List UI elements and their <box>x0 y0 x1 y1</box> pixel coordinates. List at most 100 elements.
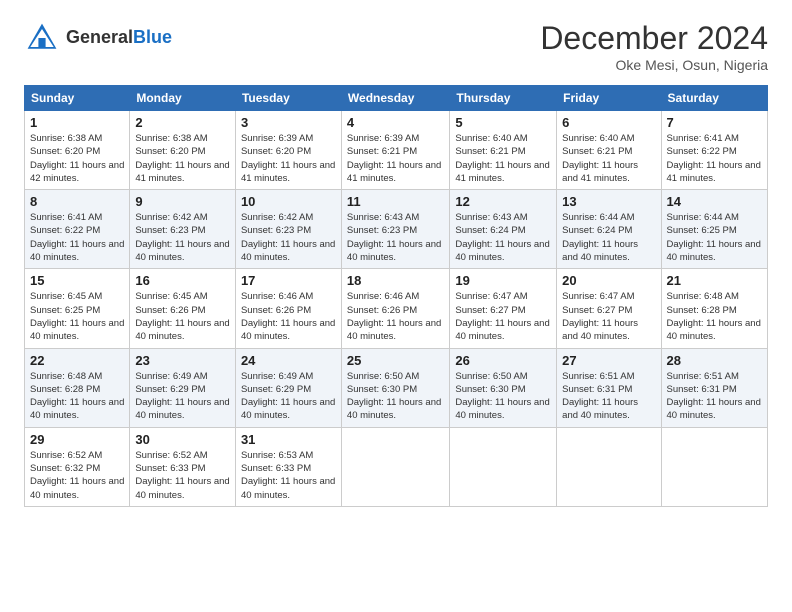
col-monday: Monday <box>130 86 236 111</box>
header: GeneralBlue December 2024 Oke Mesi, Osun… <box>24 20 768 73</box>
day-info: Sunrise: 6:42 AM Sunset: 6:23 PM Dayligh… <box>135 211 230 264</box>
day-number: 12 <box>455 194 551 209</box>
calendar-cell: 9 Sunrise: 6:42 AM Sunset: 6:23 PM Dayli… <box>130 190 236 269</box>
logo: GeneralBlue <box>24 20 172 56</box>
day-number: 11 <box>347 194 444 209</box>
calendar-cell: 14 Sunrise: 6:44 AM Sunset: 6:25 PM Dayl… <box>661 190 767 269</box>
calendar-cell: 21 Sunrise: 6:48 AM Sunset: 6:28 PM Dayl… <box>661 269 767 348</box>
day-info: Sunrise: 6:50 AM Sunset: 6:30 PM Dayligh… <box>347 370 444 423</box>
day-number: 17 <box>241 273 336 288</box>
day-number: 8 <box>30 194 124 209</box>
calendar-cell: 12 Sunrise: 6:43 AM Sunset: 6:24 PM Dayl… <box>450 190 557 269</box>
day-number: 20 <box>562 273 655 288</box>
day-number: 29 <box>30 432 124 447</box>
calendar-table: Sunday Monday Tuesday Wednesday Thursday… <box>24 85 768 507</box>
calendar-cell: 7 Sunrise: 6:41 AM Sunset: 6:22 PM Dayli… <box>661 111 767 190</box>
calendar-cell: 29 Sunrise: 6:52 AM Sunset: 6:32 PM Dayl… <box>25 427 130 506</box>
calendar-cell: 30 Sunrise: 6:52 AM Sunset: 6:33 PM Dayl… <box>130 427 236 506</box>
calendar-cell: 26 Sunrise: 6:50 AM Sunset: 6:30 PM Dayl… <box>450 348 557 427</box>
logo-general: General <box>66 27 133 47</box>
logo-text: GeneralBlue <box>66 28 172 48</box>
day-info: Sunrise: 6:53 AM Sunset: 6:33 PM Dayligh… <box>241 449 336 502</box>
day-number: 5 <box>455 115 551 130</box>
day-info: Sunrise: 6:51 AM Sunset: 6:31 PM Dayligh… <box>562 370 655 423</box>
day-number: 14 <box>667 194 762 209</box>
col-thursday: Thursday <box>450 86 557 111</box>
day-number: 23 <box>135 353 230 368</box>
calendar-cell: 4 Sunrise: 6:39 AM Sunset: 6:21 PM Dayli… <box>341 111 449 190</box>
day-number: 28 <box>667 353 762 368</box>
day-info: Sunrise: 6:48 AM Sunset: 6:28 PM Dayligh… <box>667 290 762 343</box>
calendar-cell <box>661 427 767 506</box>
day-number: 6 <box>562 115 655 130</box>
day-info: Sunrise: 6:40 AM Sunset: 6:21 PM Dayligh… <box>455 132 551 185</box>
day-info: Sunrise: 6:45 AM Sunset: 6:26 PM Dayligh… <box>135 290 230 343</box>
day-info: Sunrise: 6:43 AM Sunset: 6:24 PM Dayligh… <box>455 211 551 264</box>
day-info: Sunrise: 6:46 AM Sunset: 6:26 PM Dayligh… <box>241 290 336 343</box>
calendar-cell: 6 Sunrise: 6:40 AM Sunset: 6:21 PM Dayli… <box>557 111 661 190</box>
day-info: Sunrise: 6:41 AM Sunset: 6:22 PM Dayligh… <box>667 132 762 185</box>
calendar-cell: 1 Sunrise: 6:38 AM Sunset: 6:20 PM Dayli… <box>25 111 130 190</box>
month-title: December 2024 <box>540 20 768 57</box>
day-number: 30 <box>135 432 230 447</box>
day-number: 19 <box>455 273 551 288</box>
day-number: 4 <box>347 115 444 130</box>
day-info: Sunrise: 6:39 AM Sunset: 6:21 PM Dayligh… <box>347 132 444 185</box>
calendar-cell: 28 Sunrise: 6:51 AM Sunset: 6:31 PM Dayl… <box>661 348 767 427</box>
calendar-cell: 31 Sunrise: 6:53 AM Sunset: 6:33 PM Dayl… <box>235 427 341 506</box>
day-number: 18 <box>347 273 444 288</box>
col-friday: Friday <box>557 86 661 111</box>
calendar-week-3: 15 Sunrise: 6:45 AM Sunset: 6:25 PM Dayl… <box>25 269 768 348</box>
day-info: Sunrise: 6:49 AM Sunset: 6:29 PM Dayligh… <box>241 370 336 423</box>
calendar-cell: 2 Sunrise: 6:38 AM Sunset: 6:20 PM Dayli… <box>130 111 236 190</box>
calendar-cell: 25 Sunrise: 6:50 AM Sunset: 6:30 PM Dayl… <box>341 348 449 427</box>
day-number: 25 <box>347 353 444 368</box>
day-number: 10 <box>241 194 336 209</box>
calendar-cell: 11 Sunrise: 6:43 AM Sunset: 6:23 PM Dayl… <box>341 190 449 269</box>
day-number: 22 <box>30 353 124 368</box>
calendar-cell: 3 Sunrise: 6:39 AM Sunset: 6:20 PM Dayli… <box>235 111 341 190</box>
calendar-cell: 22 Sunrise: 6:48 AM Sunset: 6:28 PM Dayl… <box>25 348 130 427</box>
calendar-cell: 19 Sunrise: 6:47 AM Sunset: 6:27 PM Dayl… <box>450 269 557 348</box>
day-number: 27 <box>562 353 655 368</box>
day-number: 7 <box>667 115 762 130</box>
calendar-header-row: Sunday Monday Tuesday Wednesday Thursday… <box>25 86 768 111</box>
day-info: Sunrise: 6:42 AM Sunset: 6:23 PM Dayligh… <box>241 211 336 264</box>
col-sunday: Sunday <box>25 86 130 111</box>
day-info: Sunrise: 6:45 AM Sunset: 6:25 PM Dayligh… <box>30 290 124 343</box>
day-number: 21 <box>667 273 762 288</box>
day-number: 26 <box>455 353 551 368</box>
day-info: Sunrise: 6:52 AM Sunset: 6:33 PM Dayligh… <box>135 449 230 502</box>
calendar-week-1: 1 Sunrise: 6:38 AM Sunset: 6:20 PM Dayli… <box>25 111 768 190</box>
col-wednesday: Wednesday <box>341 86 449 111</box>
calendar-cell: 23 Sunrise: 6:49 AM Sunset: 6:29 PM Dayl… <box>130 348 236 427</box>
calendar-cell: 18 Sunrise: 6:46 AM Sunset: 6:26 PM Dayl… <box>341 269 449 348</box>
calendar-cell: 5 Sunrise: 6:40 AM Sunset: 6:21 PM Dayli… <box>450 111 557 190</box>
day-info: Sunrise: 6:49 AM Sunset: 6:29 PM Dayligh… <box>135 370 230 423</box>
day-info: Sunrise: 6:41 AM Sunset: 6:22 PM Dayligh… <box>30 211 124 264</box>
calendar-cell <box>557 427 661 506</box>
day-number: 24 <box>241 353 336 368</box>
day-info: Sunrise: 6:44 AM Sunset: 6:24 PM Dayligh… <box>562 211 655 264</box>
day-info: Sunrise: 6:52 AM Sunset: 6:32 PM Dayligh… <box>30 449 124 502</box>
day-info: Sunrise: 6:40 AM Sunset: 6:21 PM Dayligh… <box>562 132 655 185</box>
calendar-cell: 24 Sunrise: 6:49 AM Sunset: 6:29 PM Dayl… <box>235 348 341 427</box>
page: GeneralBlue December 2024 Oke Mesi, Osun… <box>0 0 792 612</box>
calendar-cell: 15 Sunrise: 6:45 AM Sunset: 6:25 PM Dayl… <box>25 269 130 348</box>
day-info: Sunrise: 6:38 AM Sunset: 6:20 PM Dayligh… <box>30 132 124 185</box>
day-info: Sunrise: 6:51 AM Sunset: 6:31 PM Dayligh… <box>667 370 762 423</box>
day-number: 1 <box>30 115 124 130</box>
calendar-cell: 13 Sunrise: 6:44 AM Sunset: 6:24 PM Dayl… <box>557 190 661 269</box>
calendar-cell: 17 Sunrise: 6:46 AM Sunset: 6:26 PM Dayl… <box>235 269 341 348</box>
day-info: Sunrise: 6:39 AM Sunset: 6:20 PM Dayligh… <box>241 132 336 185</box>
day-info: Sunrise: 6:43 AM Sunset: 6:23 PM Dayligh… <box>347 211 444 264</box>
calendar-cell: 8 Sunrise: 6:41 AM Sunset: 6:22 PM Dayli… <box>25 190 130 269</box>
day-info: Sunrise: 6:50 AM Sunset: 6:30 PM Dayligh… <box>455 370 551 423</box>
calendar-week-4: 22 Sunrise: 6:48 AM Sunset: 6:28 PM Dayl… <box>25 348 768 427</box>
day-info: Sunrise: 6:44 AM Sunset: 6:25 PM Dayligh… <box>667 211 762 264</box>
day-info: Sunrise: 6:47 AM Sunset: 6:27 PM Dayligh… <box>455 290 551 343</box>
title-block: December 2024 Oke Mesi, Osun, Nigeria <box>540 20 768 73</box>
day-number: 13 <box>562 194 655 209</box>
day-number: 2 <box>135 115 230 130</box>
calendar-week-2: 8 Sunrise: 6:41 AM Sunset: 6:22 PM Dayli… <box>25 190 768 269</box>
